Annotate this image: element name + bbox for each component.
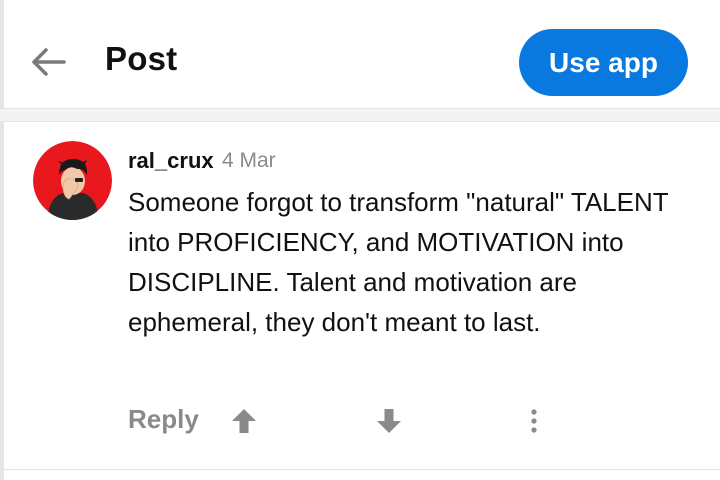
downvote-button[interactable] — [374, 406, 404, 436]
comment-divider — [0, 469, 720, 470]
header-divider — [0, 108, 720, 122]
comment-body: Someone forgot to transform "natural" TA… — [128, 187, 669, 337]
more-options-button[interactable] — [524, 406, 544, 436]
comment-author[interactable]: ral_crux — [128, 148, 214, 174]
use-app-button[interactable]: Use app — [519, 29, 688, 96]
user-avatar-image — [33, 141, 112, 220]
top-app-bar: Post Use app — [0, 0, 720, 110]
arrow-up-icon — [232, 409, 256, 433]
reply-button[interactable]: Reply — [128, 404, 199, 435]
upvote-button[interactable] — [229, 406, 259, 436]
page-title: Post — [105, 40, 178, 77]
arrow-left-icon — [32, 48, 66, 76]
avatar[interactable] — [33, 141, 112, 220]
arrow-down-icon — [377, 409, 401, 433]
comment-date: 4 Mar — [222, 149, 276, 172]
more-vertical-icon — [531, 409, 537, 433]
back-button[interactable] — [28, 42, 68, 82]
